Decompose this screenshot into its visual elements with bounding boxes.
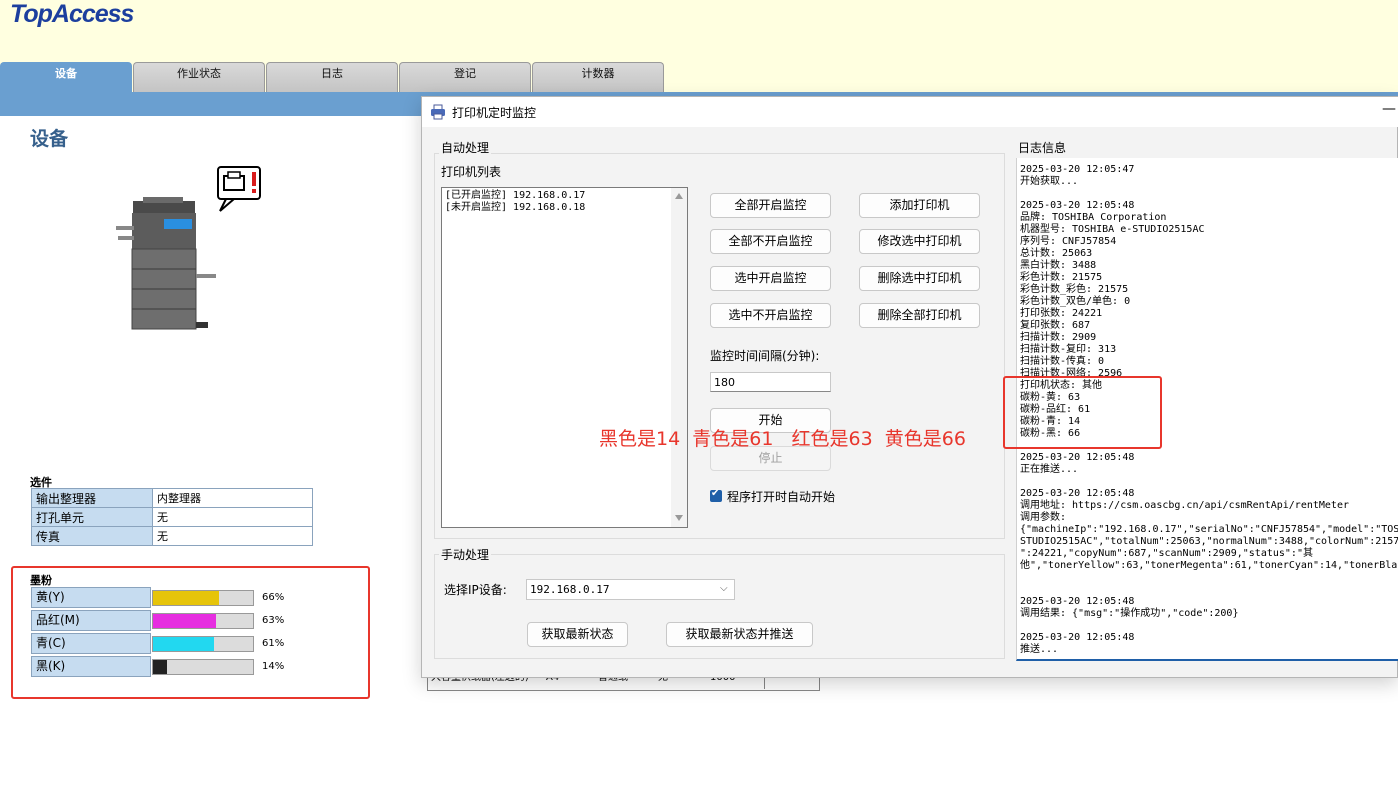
- log-line: 调用结果: {"msg":"操作成功","code":200}: [1020, 608, 1239, 619]
- option-key: 打孔单元: [31, 507, 153, 527]
- option-value: 内整理器: [152, 488, 313, 508]
- edit-selected-button[interactable]: 修改选中打印机: [859, 229, 980, 254]
- printer-app-icon: [431, 104, 445, 120]
- log-line: 黑白计数: 3488: [1020, 260, 1097, 271]
- ip-select-label: 选择IP设备:: [444, 583, 507, 597]
- autostart-label: 程序打开时自动开始: [727, 490, 836, 504]
- log-line: 机器型号: TOSHIBA e-STUDIO2515AC: [1020, 224, 1205, 235]
- option-value: 无: [152, 507, 313, 527]
- list-item[interactable]: [已开启监控] 192.168.0.17: [445, 190, 585, 202]
- status-alert-icon: [217, 166, 261, 212]
- fetch-push-button[interactable]: 获取最新状态并推送: [666, 622, 813, 647]
- log-label: 日志信息: [1018, 141, 1067, 155]
- log-line: 2025-03-20 12:05:48: [1020, 488, 1135, 499]
- log-line: 复印张数: 687: [1020, 320, 1091, 331]
- delete-selected-button[interactable]: 删除选中打印机: [859, 266, 980, 291]
- log-line: 扫描计数-复印: 313: [1020, 344, 1117, 355]
- disable-all-button[interactable]: 全部不开启监控: [710, 229, 831, 254]
- disable-selected-button[interactable]: 选中不开启监控: [710, 303, 831, 328]
- scroll-up-icon[interactable]: [675, 193, 683, 199]
- tray-level-cells: [764, 677, 819, 689]
- topaccess-header: [0, 0, 1398, 62]
- listbox-scrollbar[interactable]: [671, 188, 687, 527]
- log-line: 正在推送...: [1020, 464, 1079, 475]
- log-line: 推送...: [1020, 644, 1059, 655]
- enable-selected-button[interactable]: 选中开启监控: [710, 266, 831, 291]
- log-line: 他","tonerYellow":63,"tonerMegenta":61,"t…: [1020, 560, 1398, 571]
- log-line: 彩色计数_双色/单色: 0: [1020, 296, 1131, 307]
- option-key: 传真: [31, 526, 153, 546]
- log-line: 调用地址: https://csm.oascbg.cn/api/csmRentA…: [1020, 500, 1349, 511]
- tab-logs[interactable]: 日志: [266, 62, 398, 92]
- log-line: 彩色计数_彩色: 21575: [1020, 284, 1129, 295]
- interval-label: 监控时间间隔(分钟):: [710, 349, 820, 363]
- options-table: 输出整理器 内整理器 打孔单元 无 传真 无: [31, 488, 313, 546]
- manual-processing-label: 手动处理: [439, 546, 492, 563]
- minimize-icon[interactable]: —: [1382, 101, 1396, 117]
- option-key: 输出整理器: [31, 488, 153, 508]
- list-item[interactable]: [未开启监控] 192.168.0.18: [445, 202, 585, 214]
- page-title: 设备: [30, 128, 69, 150]
- log-line: 扫描计数: 2909: [1020, 332, 1097, 343]
- option-value: 无: [152, 526, 313, 546]
- log-line: 开始获取...: [1020, 176, 1079, 187]
- copier-icon: [116, 197, 216, 330]
- annotation-text: 黑色是14 青色是61 红色是63 黄色是66: [599, 428, 966, 450]
- printer-list-label: 打印机列表: [441, 165, 502, 179]
- table-row: 传真 无: [31, 526, 313, 546]
- fetch-status-button[interactable]: 获取最新状态: [527, 622, 628, 647]
- dialog-title: 打印机定时监控: [452, 106, 537, 120]
- log-line: 调用参数:: [1020, 512, 1067, 523]
- printer-listbox[interactable]: [已开启监控] 192.168.0.17 [未开启监控] 192.168.0.1…: [441, 187, 688, 528]
- log-line: 2025-03-20 12:05:48: [1020, 632, 1135, 643]
- tab-device[interactable]: 设备: [0, 62, 132, 92]
- log-line: STUDIO2515AC","totalNum":25063,"normalNu…: [1020, 536, 1398, 547]
- interval-input[interactable]: [710, 372, 831, 392]
- log-line: 2025-03-20 12:05:48: [1020, 596, 1135, 607]
- chevron-down-icon[interactable]: ⌵: [720, 579, 728, 598]
- toner-highlight-box: [11, 566, 370, 699]
- log-highlight-box: [1003, 376, 1162, 449]
- log-line: 彩色计数: 21575: [1020, 272, 1103, 283]
- ip-select[interactable]: 192.168.0.17 ⌵: [526, 579, 735, 600]
- tab-job-status[interactable]: 作业状态: [133, 62, 265, 92]
- log-line: {"machineIp":"192.168.0.17","serialNo":"…: [1020, 524, 1398, 535]
- checkmark-icon: ✔: [711, 488, 720, 499]
- topaccess-logo: TopAccess: [10, 0, 134, 28]
- enable-all-button[interactable]: 全部开启监控: [710, 193, 831, 218]
- table-row: 打孔单元 无: [31, 507, 313, 527]
- log-line: 总计数: 25063: [1020, 248, 1093, 259]
- scroll-down-icon[interactable]: [675, 515, 683, 521]
- log-line: 序列号: CNFJ57854: [1020, 236, 1117, 247]
- table-row: 输出整理器 内整理器: [31, 488, 313, 508]
- log-line: 2025-03-20 12:05:47: [1020, 164, 1135, 175]
- ip-select-value: 192.168.0.17: [530, 583, 610, 596]
- log-line: 品牌: TOSHIBA Corporation: [1020, 212, 1167, 223]
- log-line: 打印张数: 24221: [1020, 308, 1103, 319]
- autostart-checkbox[interactable]: ✔: [710, 488, 722, 502]
- log-line: 扫描计数-传真: 0: [1020, 356, 1105, 367]
- log-line: 2025-03-20 12:05:48: [1020, 452, 1135, 463]
- tab-counter[interactable]: 计数器: [532, 62, 664, 92]
- delete-all-button[interactable]: 删除全部打印机: [859, 303, 980, 328]
- printer-illustration: [116, 166, 261, 330]
- log-line: ":24221,"copyNum":687,"scanNum":2909,"st…: [1020, 548, 1313, 559]
- tab-registration[interactable]: 登记: [399, 62, 531, 92]
- add-printer-button[interactable]: 添加打印机: [859, 193, 980, 218]
- auto-processing-label: 自动处理: [439, 139, 492, 156]
- monitor-dialog: 打印机定时监控 — 自动处理 打印机列表 [已开启监控] 192.168.0.1…: [421, 96, 1398, 678]
- log-line: 2025-03-20 12:05:48: [1020, 200, 1135, 211]
- dialog-titlebar[interactable]: [422, 97, 1398, 127]
